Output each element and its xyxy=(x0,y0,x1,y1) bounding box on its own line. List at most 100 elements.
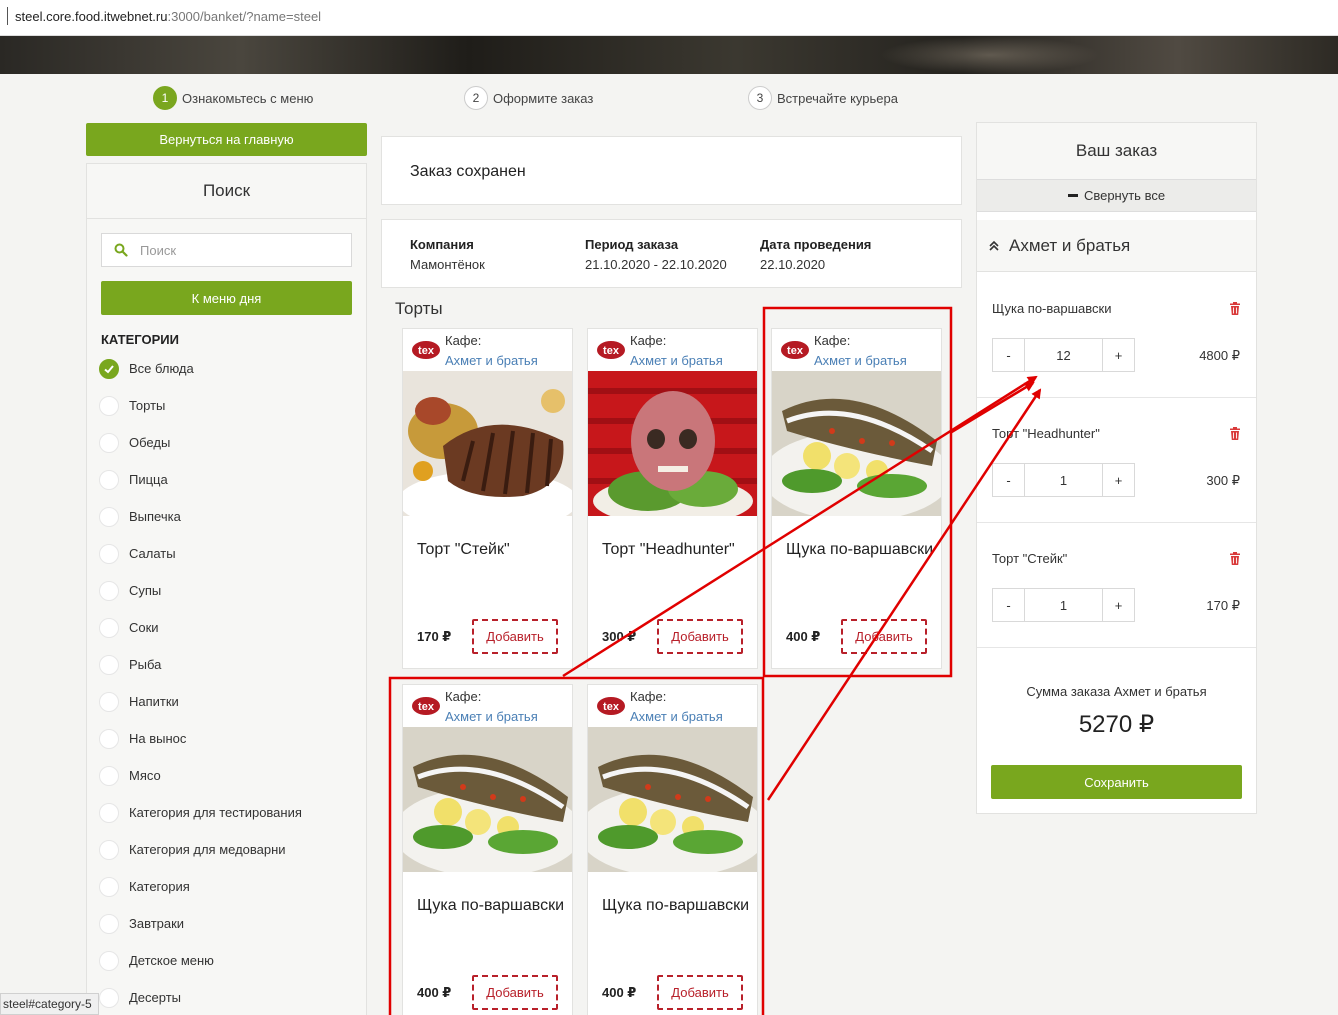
add-to-order-button[interactable]: Добавить xyxy=(841,619,927,654)
radio-icon[interactable] xyxy=(99,765,119,786)
order-item-name: Торт "Стейк" xyxy=(992,551,1068,566)
order-sum-label: Сумма заказа Ахмет и братья xyxy=(1026,684,1207,699)
decrease-quantity-button[interactable]: - xyxy=(993,339,1024,371)
radio-icon[interactable] xyxy=(99,654,119,675)
category-item[interactable]: На вынос xyxy=(99,720,302,757)
add-to-order-button[interactable]: Добавить xyxy=(472,619,558,654)
category-item[interactable]: Рыба xyxy=(99,646,302,683)
category-item[interactable]: Все блюда xyxy=(99,350,302,387)
radio-checked-icon[interactable] xyxy=(99,358,119,379)
category-item[interactable]: Супы xyxy=(99,572,302,609)
step-label: Оформите заказ xyxy=(493,90,594,106)
category-label: Категория для медоварни xyxy=(129,842,286,857)
category-item[interactable]: Пицца xyxy=(99,461,302,498)
product-card: tex Кафе: Ахмет и братья Торт "Headhunter" 3… xyxy=(587,328,758,669)
radio-icon[interactable] xyxy=(99,987,119,1008)
svg-text:tex: tex xyxy=(418,701,435,713)
cafe-name-link[interactable]: Ахмет и братья xyxy=(814,353,907,368)
category-item[interactable]: Соки xyxy=(99,609,302,646)
category-item[interactable]: Категория для медоварни xyxy=(99,831,302,868)
category-label: Детское меню xyxy=(129,953,214,968)
radio-icon[interactable] xyxy=(99,728,119,749)
step-label: Ознакомьтесь с меню xyxy=(182,90,314,106)
search-panel: Поиск К меню дня КАТЕГОРИИ Все блюда Торт… xyxy=(86,163,367,1015)
step-1: 1 Ознакомьтесь с меню xyxy=(153,86,313,110)
category-label: Салаты xyxy=(129,546,176,561)
cafe-group-header[interactable]: Ахмет и братья xyxy=(977,220,1256,272)
event-date-label: Дата проведения xyxy=(760,237,872,252)
increase-quantity-button[interactable]: + xyxy=(1103,589,1134,621)
back-to-home-button[interactable]: Вернуться на главную xyxy=(86,123,367,156)
category-item[interactable]: Десерты xyxy=(99,979,302,1015)
increase-quantity-button[interactable]: + xyxy=(1103,339,1134,371)
radio-icon[interactable] xyxy=(99,506,119,527)
cafe-name-link[interactable]: Ахмет и братья xyxy=(630,709,723,724)
product-price: 300 ₽ xyxy=(602,629,637,644)
decrease-quantity-button[interactable]: - xyxy=(993,589,1024,621)
order-item: Щука по-варшавски -12 +4800 ₽ xyxy=(977,273,1256,398)
radio-icon[interactable] xyxy=(99,876,119,897)
product-image[interactable] xyxy=(403,727,572,872)
order-item: Торт "Headhunter" -1 +300 ₽ xyxy=(977,398,1256,523)
category-item[interactable]: Обеды xyxy=(99,424,302,461)
order-item-price: 300 ₽ xyxy=(1206,473,1240,488)
radio-icon[interactable] xyxy=(99,839,119,860)
add-to-order-button[interactable]: Добавить xyxy=(472,975,558,1010)
section-title: Торты xyxy=(395,299,443,318)
product-card: tex Кафе: Ахмет и братья Торт "Стейк" 170 ₽ Д… xyxy=(402,328,573,669)
cafe-name-link[interactable]: Ахмет и братья xyxy=(630,353,723,368)
add-to-order-button[interactable]: Добавить xyxy=(657,619,743,654)
radio-icon[interactable] xyxy=(99,432,119,453)
radio-icon[interactable] xyxy=(99,691,119,712)
category-item[interactable]: Детское меню xyxy=(99,942,302,979)
category-item[interactable]: Категория xyxy=(99,868,302,905)
decrease-quantity-button[interactable]: - xyxy=(993,464,1024,496)
save-order-button[interactable]: Сохранить xyxy=(991,765,1242,799)
add-to-order-button[interactable]: Добавить xyxy=(657,975,743,1010)
quantity-input[interactable]: 1 xyxy=(1024,464,1103,496)
cafe-name-link[interactable]: Ахмет и братья xyxy=(445,709,538,724)
category-item[interactable]: Напитки xyxy=(99,683,302,720)
browser-address-bar[interactable]: steel.core.food.itwebnet.ru:3000/banket/… xyxy=(0,0,1338,36)
radio-icon[interactable] xyxy=(99,950,119,971)
order-info-panel: Компания Мамонтёнок Период заказа 21.10.… xyxy=(381,219,962,288)
search-input[interactable] xyxy=(140,242,340,258)
category-item[interactable]: Завтраки xyxy=(99,905,302,942)
radio-icon[interactable] xyxy=(99,469,119,490)
category-label: Супы xyxy=(129,583,162,598)
increase-quantity-button[interactable]: + xyxy=(1103,464,1134,496)
quantity-input[interactable]: 12 xyxy=(1024,339,1103,371)
period-value: 21.10.2020 - 22.10.2020 xyxy=(585,257,727,272)
trash-icon[interactable] xyxy=(1229,302,1241,315)
radio-icon[interactable] xyxy=(99,617,119,638)
category-label: На вынос xyxy=(129,731,187,746)
radio-icon[interactable] xyxy=(99,395,119,416)
product-image[interactable] xyxy=(588,371,757,516)
product-name: Щука по-варшавски xyxy=(602,897,750,914)
radio-icon[interactable] xyxy=(99,913,119,934)
trash-icon[interactable] xyxy=(1229,427,1241,440)
category-item[interactable]: Мясо xyxy=(99,757,302,794)
trash-icon[interactable] xyxy=(1229,552,1241,565)
category-item[interactable]: Выпечка xyxy=(99,498,302,535)
step-label: Встречайте курьера xyxy=(777,90,898,106)
product-card: tex Кафе: Ахмет и братья Щука по-варшавски 4… xyxy=(402,684,573,1015)
product-image[interactable] xyxy=(403,371,572,516)
category-item[interactable]: Категория для тестирования xyxy=(99,794,302,831)
category-label: Выпечка xyxy=(129,509,181,524)
quantity-input[interactable]: 1 xyxy=(1024,589,1103,621)
radio-icon[interactable] xyxy=(99,543,119,564)
quantity-stepper: -12 + xyxy=(992,338,1135,372)
url-text[interactable]: steel.core.food.itwebnet.ru:3000/banket/… xyxy=(15,9,321,24)
category-item[interactable]: Салаты xyxy=(99,535,302,572)
radio-icon[interactable] xyxy=(99,580,119,601)
cafe-name-link[interactable]: Ахмет и братья xyxy=(445,353,538,368)
product-image[interactable] xyxy=(588,727,757,872)
radio-icon[interactable] xyxy=(99,802,119,823)
menu-of-the-day-button[interactable]: К меню дня xyxy=(101,281,352,315)
collapse-all-button[interactable]: Свернуть все xyxy=(977,179,1256,212)
order-saved-notice: Заказ сохранен xyxy=(381,136,962,205)
category-item[interactable]: Торты xyxy=(99,387,302,424)
product-image[interactable] xyxy=(772,371,941,516)
search-box[interactable] xyxy=(101,233,352,267)
